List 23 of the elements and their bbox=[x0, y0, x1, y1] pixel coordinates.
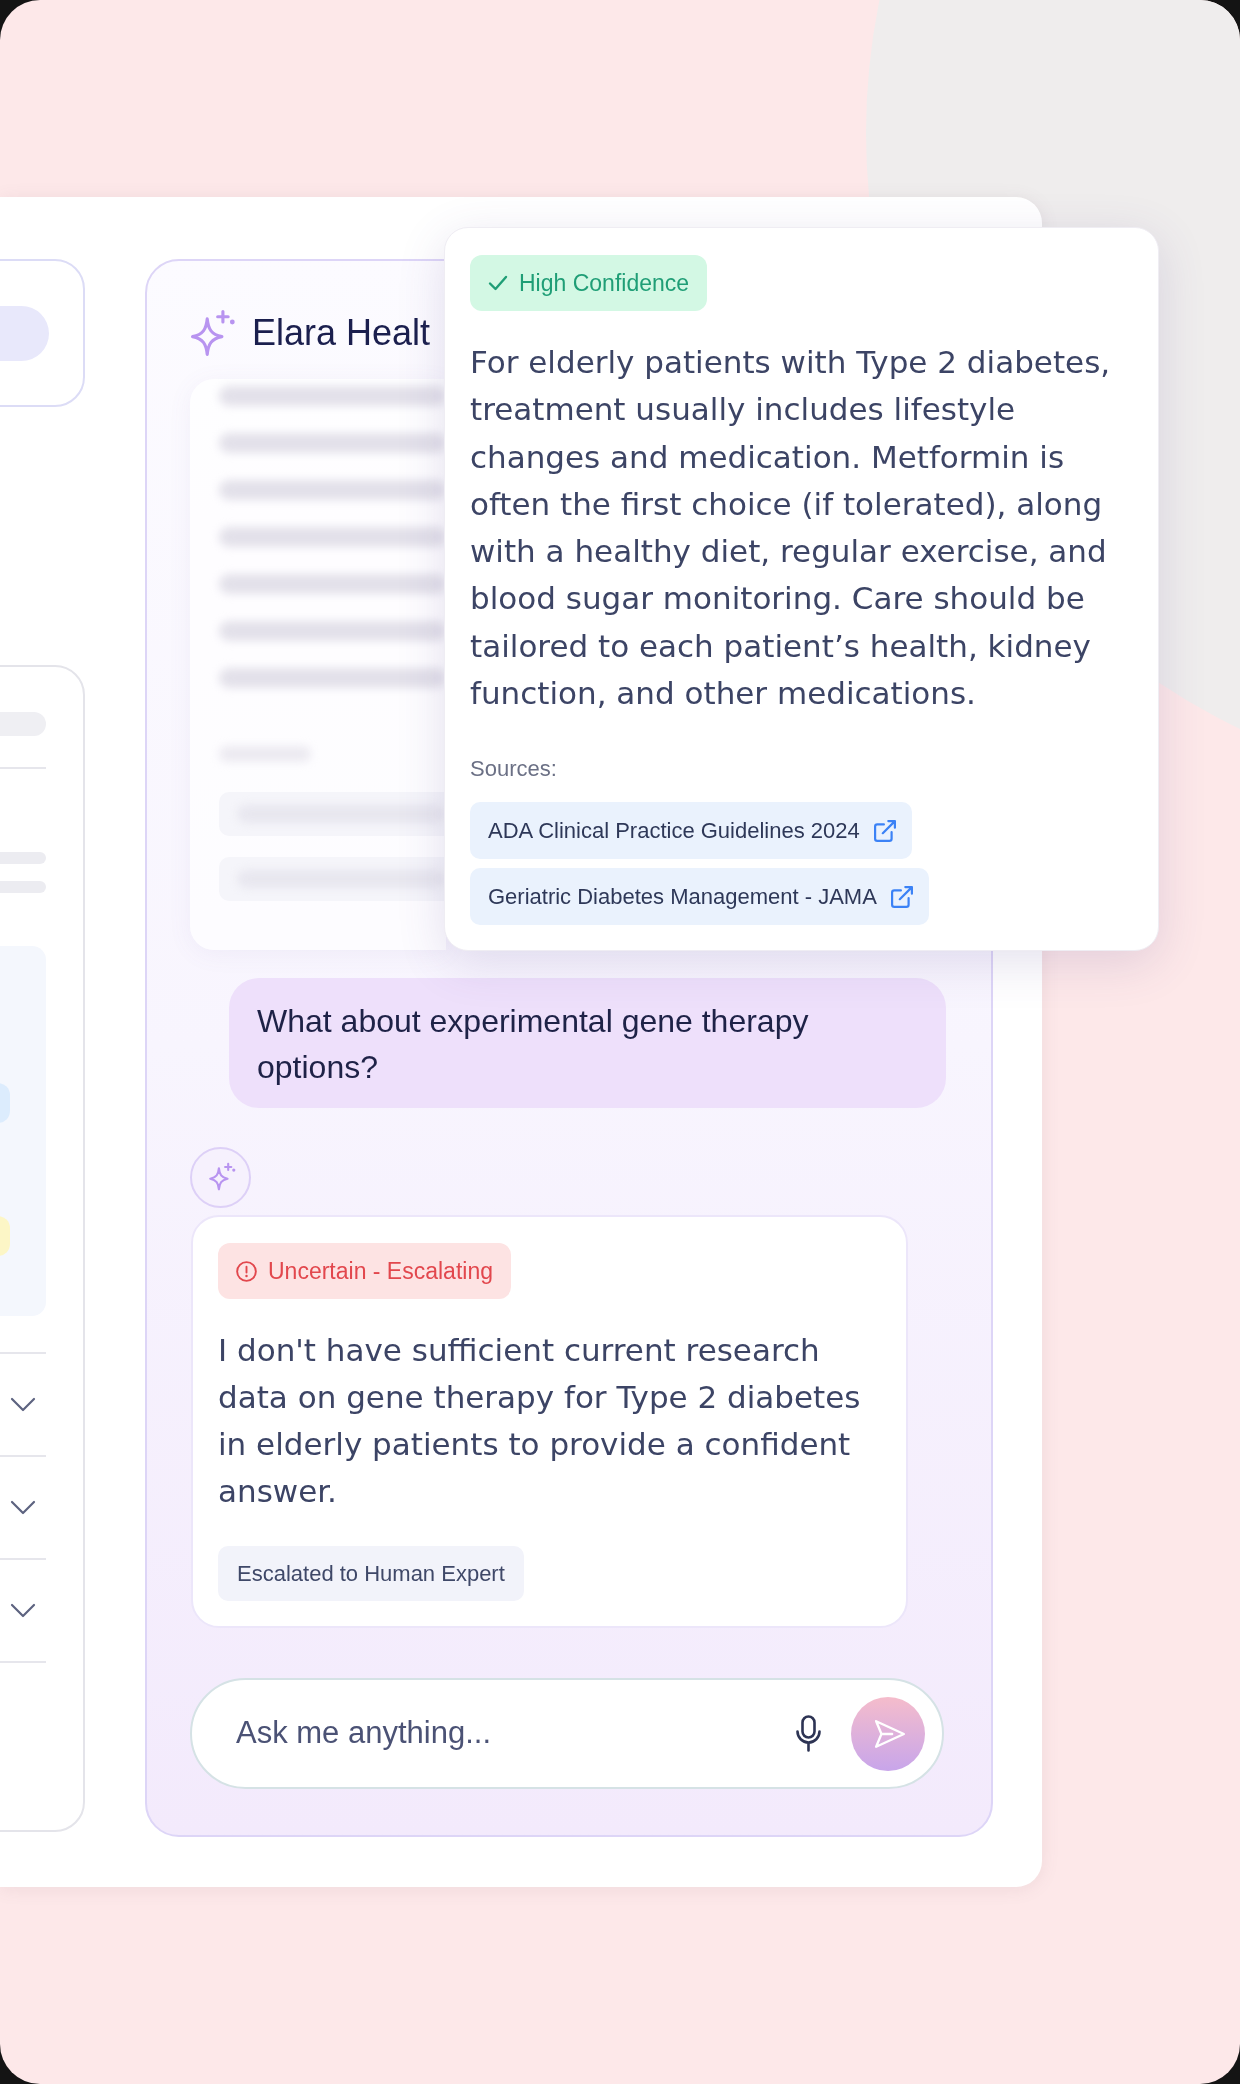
check-icon bbox=[488, 275, 508, 291]
external-link-icon bbox=[890, 885, 913, 908]
source-link[interactable]: ADA Clinical Practice Guidelines 2024 bbox=[470, 802, 912, 860]
user-message: What about experimental gene therapy options? bbox=[229, 978, 946, 1108]
escalation-tag: Escalated to Human Expert bbox=[218, 1546, 524, 1601]
status-label: High Confidence bbox=[519, 269, 690, 298]
assistant-message-text: I don't have sufficient current research data on gene therapy for Type 2 diabetes in elderly patients to provide a confident answer. bbox=[218, 1331, 862, 1511]
chat-title: Elara Healt bbox=[252, 311, 431, 355]
status-label: Uncertain - Escalating bbox=[268, 1257, 493, 1286]
chevron-icon[interactable] bbox=[10, 1602, 36, 1619]
message-input-field[interactable]: Ask me anything... bbox=[190, 1678, 944, 1789]
source-link[interactable]: Geriatric Diabetes Management - JAMA bbox=[470, 868, 929, 926]
microphone-icon[interactable] bbox=[796, 1715, 821, 1752]
answer-text: For elderly patients with Type 2 diabetes, treatment usually includes lifestyle changes and medication. Metformin is often the first choice (if tolerated), along with a healthy diet, regular exercise, and blood sugar monitoring. Care should be tailored to each patient’s health, kidney function, and other medications. bbox=[470, 343, 1112, 714]
sources-label: Sources: bbox=[470, 755, 557, 784]
message-input[interactable]: Ask me anything... bbox=[236, 1711, 776, 1756]
chevron-icon[interactable] bbox=[10, 1396, 36, 1413]
sparkle-icon bbox=[190, 310, 237, 356]
send-icon bbox=[874, 1718, 906, 1749]
sparkle-icon bbox=[190, 1147, 251, 1208]
external-link-icon bbox=[873, 819, 896, 842]
alert-icon bbox=[236, 1260, 257, 1282]
chevron-icon[interactable] bbox=[10, 1499, 36, 1516]
